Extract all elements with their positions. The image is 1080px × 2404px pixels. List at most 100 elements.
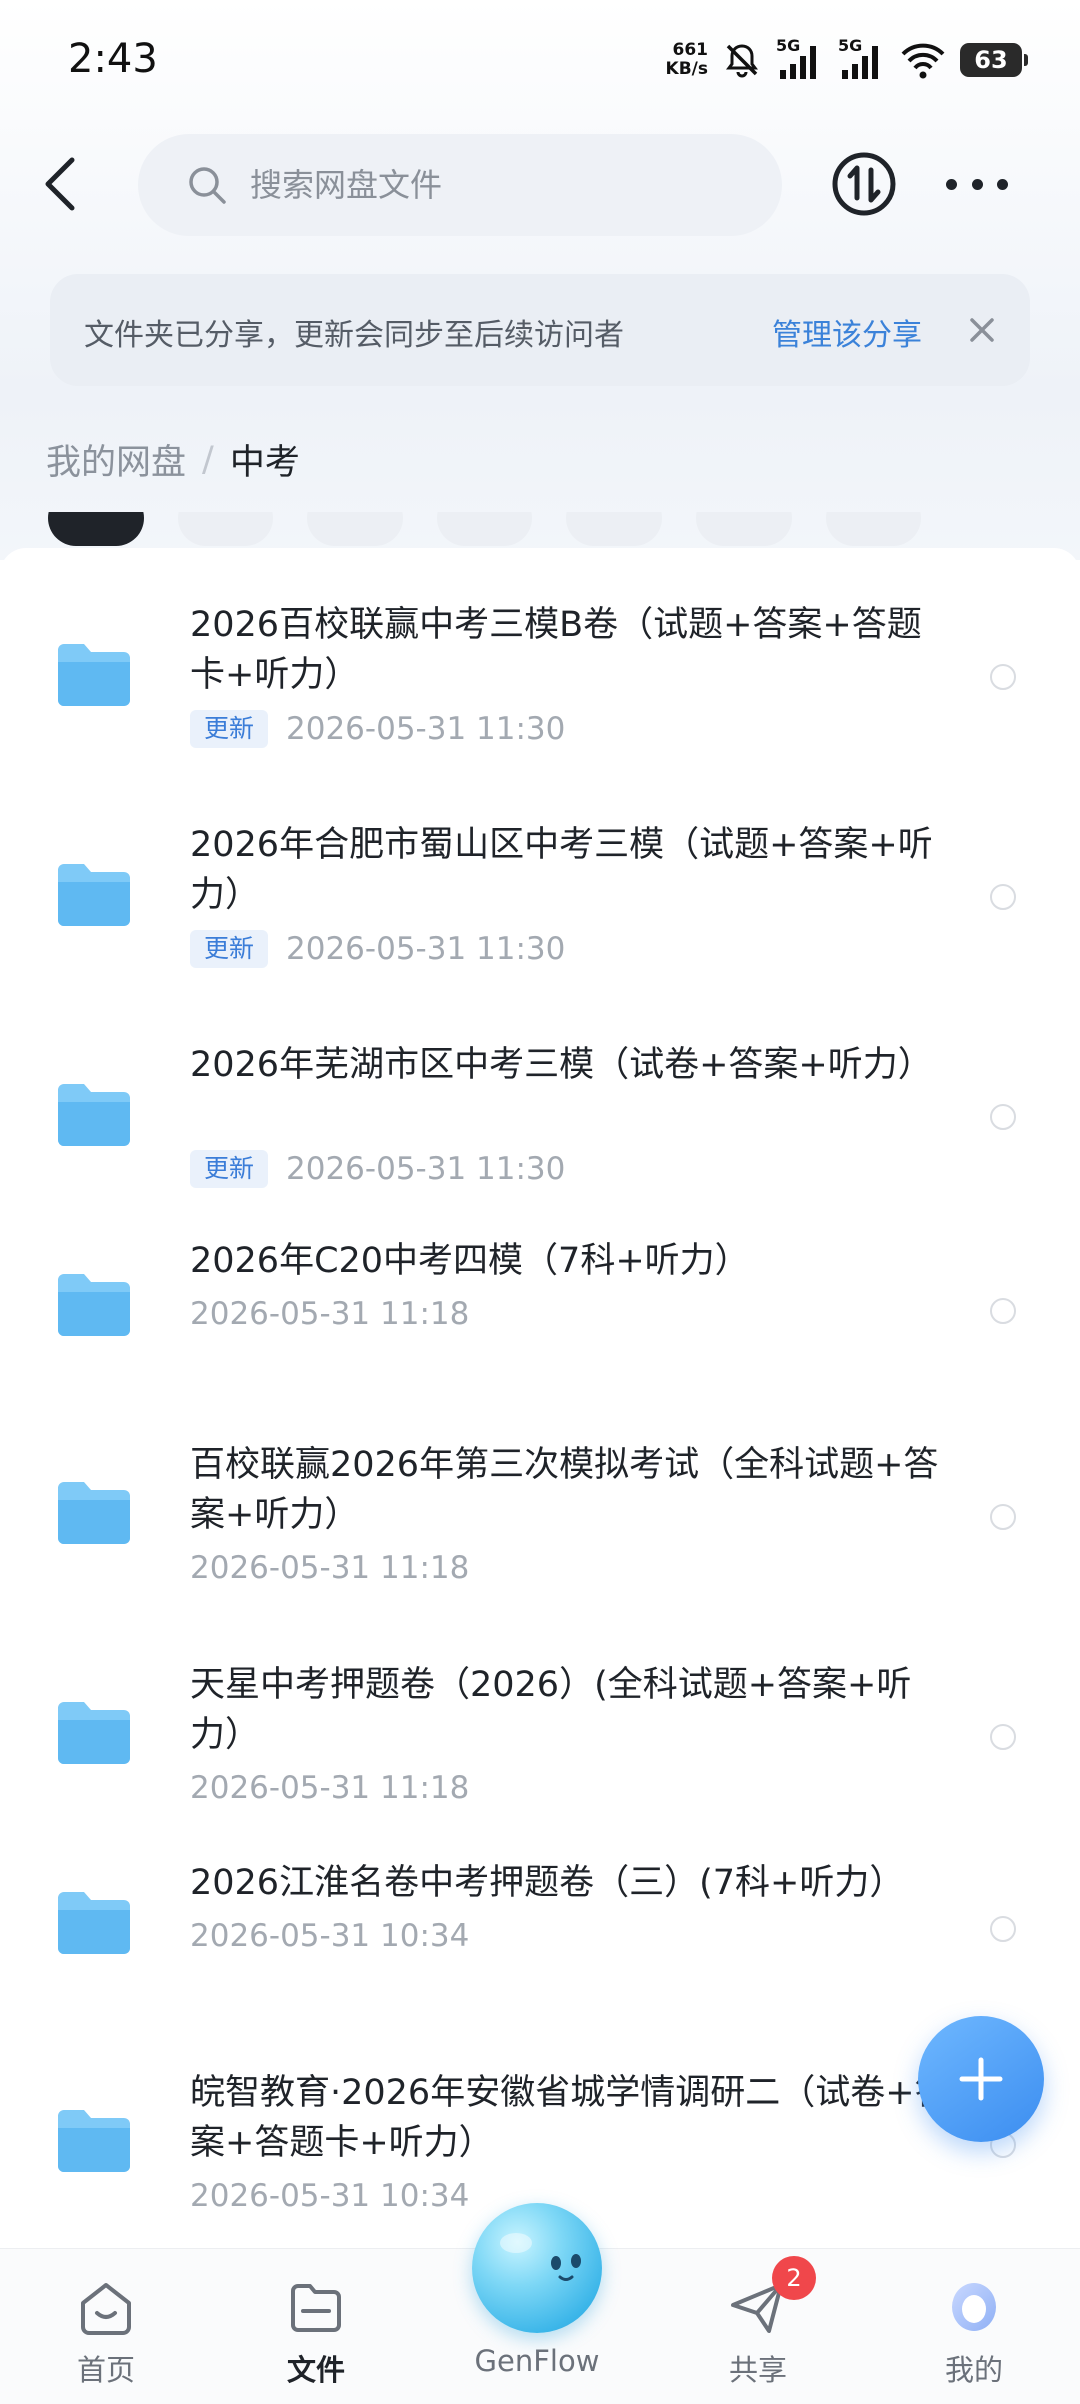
genflow-button[interactable] xyxy=(472,2203,602,2333)
file-meta: 更新 2026-05-31 11:30 xyxy=(190,930,565,968)
select-checkbox[interactable] xyxy=(990,1724,1016,1750)
file-date: 2026-05-31 11:30 xyxy=(286,711,566,747)
file-name: 2026年芜湖市区中考三模（试卷+答案+听力） xyxy=(190,1045,933,1085)
file-date: 2026-05-31 11:18 xyxy=(190,1770,470,1806)
search-input[interactable] xyxy=(248,165,772,205)
select-checkbox[interactable] xyxy=(990,1104,1016,1130)
nav-me-label: 我的 xyxy=(944,2353,1003,2387)
filter-chip[interactable] xyxy=(566,512,663,546)
folder-icon xyxy=(58,864,130,926)
filter-chip[interactable] xyxy=(696,512,792,546)
update-badge: 更新 xyxy=(190,930,269,968)
file-name: 2026百校联赢中考三模B卷（试题+答案+答题卡+听力） xyxy=(190,605,922,695)
signal-bars-icon xyxy=(780,46,816,79)
network-speed: 661 KB/s xyxy=(666,41,708,79)
close-icon[interactable] xyxy=(964,312,1000,348)
breadcrumb-separator: / xyxy=(202,439,214,480)
genflow-mascot-icon xyxy=(500,2233,581,2281)
filter-chip[interactable] xyxy=(307,512,403,546)
select-checkbox[interactable] xyxy=(990,1298,1016,1324)
filter-chip[interactable] xyxy=(177,512,274,546)
file-date: 2026-05-31 10:34 xyxy=(190,1918,470,1954)
nav-me[interactable]: 我的 xyxy=(904,2277,1044,2389)
more-dot-icon xyxy=(946,178,957,190)
file-name: 2026年合肥市蜀山区中考三模（试题+答案+听力） xyxy=(190,825,933,915)
filter-chip[interactable] xyxy=(825,512,922,546)
filter-chip[interactable] xyxy=(48,512,144,546)
select-checkbox[interactable] xyxy=(990,664,1016,690)
nav-share-label: 共享 xyxy=(728,2353,787,2387)
folder-icon xyxy=(58,1892,130,1954)
file-row[interactable]: 2026江淮名卷中考押题卷（三）(7科+听力） 2026-05-31 10:34 xyxy=(0,1818,1080,1998)
select-checkbox[interactable] xyxy=(990,884,1016,910)
share-notice-text: 文件夹已分享，更新会同步至后续访问者 xyxy=(84,318,624,353)
file-name: 皖智教育·2026年安徽省城学情调研二（试卷+答案+答题卡+听力） xyxy=(190,2073,950,2163)
search-icon xyxy=(189,167,226,204)
signal-sim2: 5G xyxy=(838,36,886,80)
file-name: 2026年C20中考四模（7科+听力） xyxy=(190,1241,750,1281)
select-checkbox[interactable] xyxy=(990,1504,1016,1530)
file-row[interactable]: 天星中考押题卷（2026）(全科试题+答案+听力） 2026-05-31 11:… xyxy=(0,1598,1080,1818)
file-date: 2026-05-31 11:18 xyxy=(190,1296,470,1332)
nav-files[interactable]: 文件 xyxy=(246,2277,386,2389)
filter-chip[interactable] xyxy=(436,512,533,546)
network-speed-value: 661 xyxy=(672,40,709,60)
transfer-list-icon[interactable] xyxy=(830,150,898,218)
file-meta: 2026-05-31 10:34 xyxy=(190,1918,469,1954)
network-speed-unit: KB/s xyxy=(665,59,708,79)
breadcrumb-root[interactable]: 我的网盘 xyxy=(46,434,186,485)
file-name: 百校联赢2026年第三次模拟考试（全科试题+答案+听力） xyxy=(190,1445,939,1535)
share-notification-badge: 2 xyxy=(772,2256,816,2300)
add-button[interactable] xyxy=(918,2016,1044,2142)
folder-icon xyxy=(58,2110,130,2172)
file-meta: 更新 2026-05-31 11:30 xyxy=(190,710,565,748)
nav-home[interactable]: 首页 xyxy=(36,2277,176,2389)
back-button[interactable] xyxy=(30,148,90,220)
file-date: 2026-05-31 11:18 xyxy=(190,1550,470,1586)
file-date: 2026-05-31 10:34 xyxy=(190,2178,470,2214)
file-meta: 更新 2026-05-31 11:30 xyxy=(190,1150,565,1188)
folder-icon xyxy=(58,1084,130,1146)
manage-share-link[interactable]: 管理该分享 xyxy=(772,310,922,354)
folder-icon xyxy=(58,1482,130,1544)
select-checkbox[interactable] xyxy=(990,1916,1016,1942)
file-row[interactable]: 2026年合肥市蜀山区中考三模（试题+答案+听力） 更新 2026-05-31 … xyxy=(0,768,1080,988)
wifi-icon xyxy=(901,43,945,79)
folder-icon xyxy=(58,1274,130,1336)
signal-sim1: 5G xyxy=(776,36,824,80)
file-date: 2026-05-31 11:30 xyxy=(286,931,566,967)
more-dot-icon xyxy=(971,178,983,190)
file-name: 天星中考押题卷（2026）(全科试题+答案+听力） xyxy=(190,1665,912,1755)
update-badge: 更新 xyxy=(190,710,269,748)
status-time: 2:43 xyxy=(68,36,158,82)
search-bar[interactable] xyxy=(138,134,782,236)
share-notice-banner: 文件夹已分享，更新会同步至后续访问者 管理该分享 xyxy=(50,274,1030,386)
chevron-left-icon xyxy=(45,157,75,211)
signal-bars-icon xyxy=(842,46,878,79)
home-icon xyxy=(81,2283,131,2335)
file-list: 2026百校联赢中考三模B卷（试题+答案+答题卡+听力） 更新 2026-05-… xyxy=(0,548,1080,2248)
file-name: 2026江淮名卷中考押题卷（三）(7科+听力） xyxy=(190,1863,905,1903)
file-row[interactable]: 百校联赢2026年第三次模拟考试（全科试题+答案+听力） 2026-05-31 … xyxy=(0,1378,1080,1598)
more-dot-icon xyxy=(997,178,1008,190)
file-meta: 2026-05-31 10:34 xyxy=(190,2178,469,2214)
file-date: 2026-05-31 11:30 xyxy=(286,1151,566,1187)
breadcrumb-current: 中考 xyxy=(229,443,300,483)
more-options-button[interactable] xyxy=(946,160,1008,208)
file-meta: 2026-05-31 11:18 xyxy=(190,1550,469,1586)
file-row[interactable]: 2026年芜湖市区中考三模（试卷+答案+听力） 更新 2026-05-31 11… xyxy=(0,988,1080,1208)
folder-icon xyxy=(58,1702,130,1764)
file-row[interactable]: 2026百校联赢中考三模B卷（试题+答案+答题卡+听力） 更新 2026-05-… xyxy=(0,548,1080,768)
file-meta: 2026-05-31 11:18 xyxy=(190,1770,469,1806)
folder-nav-icon xyxy=(291,2284,341,2332)
folder-icon xyxy=(58,644,130,706)
file-meta: 2026-05-31 11:18 xyxy=(190,1296,469,1332)
profile-icon xyxy=(952,2283,996,2331)
nav-home-label: 首页 xyxy=(76,2353,135,2387)
breadcrumb: 我的网盘 / 中考 xyxy=(46,434,300,485)
nav-genflow-label: GenFlow xyxy=(474,2344,600,2378)
bell-muted-icon xyxy=(726,44,758,78)
status-icons: 661 KB/s 5G 5G 63 xyxy=(666,34,1028,86)
status-bar: 2:43 661 KB/s 5G 5G 63 xyxy=(0,0,1080,120)
file-row[interactable]: 2026年C20中考四模（7科+听力） 2026-05-31 11:18 xyxy=(0,1208,1080,1378)
